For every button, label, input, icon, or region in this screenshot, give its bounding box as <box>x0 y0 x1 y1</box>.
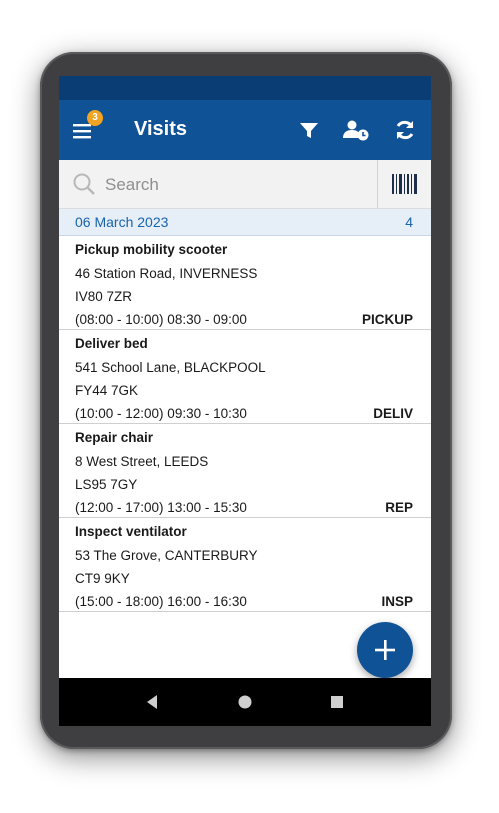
group-date: 06 March 2023 <box>75 214 169 230</box>
visit-address-line1: 8 West Street, LEEDS <box>75 454 209 469</box>
visit-title: Repair chair <box>75 430 154 445</box>
search-divider <box>377 160 378 208</box>
user-clock-icon <box>343 120 369 141</box>
home-icon <box>238 695 252 709</box>
back-button[interactable] <box>141 690 165 714</box>
barcode-scan-button[interactable] <box>389 172 421 196</box>
refresh-button[interactable] <box>391 116 419 144</box>
app-screen: 3 Visits Search 06 March 2023 4 Pickup m… <box>59 76 431 726</box>
visit-times: (12:00 - 17:00) 13:00 - 15:30 <box>75 500 247 515</box>
visit-type: PICKUP <box>361 312 413 327</box>
home-button[interactable] <box>233 690 257 714</box>
plus-icon <box>375 640 395 660</box>
page-title: Visits <box>134 118 187 140</box>
refresh-icon <box>396 120 414 140</box>
visit-address-line1: 541 School Lane, BLACKPOOL <box>75 360 266 375</box>
search-bar <box>59 160 431 209</box>
recents-button[interactable] <box>325 690 349 714</box>
visit-item[interactable]: Repair chair 8 West Street, LEEDS LS95 7… <box>59 424 431 518</box>
search-icon <box>73 173 95 195</box>
visit-address-line2: LS95 7GY <box>75 477 138 492</box>
visit-title: Deliver bed <box>75 336 148 351</box>
date-group-header: 06 March 2023 4 <box>59 209 431 236</box>
filter-button[interactable] <box>295 116 323 144</box>
visit-type: REP <box>385 500 413 515</box>
system-navigation-bar <box>59 678 431 726</box>
visit-title: Pickup mobility scooter <box>75 242 228 257</box>
visit-times: (15:00 - 18:00) 16:00 - 16:30 <box>75 594 247 609</box>
visit-address-line2: CT9 9KY <box>75 571 130 586</box>
recents-icon <box>331 696 343 708</box>
visit-type: DELIV <box>373 406 413 421</box>
barcode-icon <box>392 174 417 194</box>
assigned-user-button[interactable] <box>341 116 369 144</box>
group-count: 4 <box>405 214 413 230</box>
visit-times: (10:00 - 12:00) 09:30 - 10:30 <box>75 406 247 421</box>
visit-item[interactable]: Deliver bed 541 School Lane, BLACKPOOL F… <box>59 330 431 424</box>
status-bar <box>59 76 431 100</box>
app-bar: 3 Visits <box>59 100 431 160</box>
back-icon <box>147 695 157 709</box>
add-visit-button[interactable] <box>357 622 413 678</box>
visit-item[interactable]: Inspect ventilator 53 The Grove, CANTERB… <box>59 518 431 612</box>
visit-address-line2: IV80 7ZR <box>75 289 133 304</box>
visit-title: Inspect ventilator <box>75 524 187 539</box>
menu-button[interactable]: 3 <box>71 110 105 144</box>
visit-address-line2: FY44 7GK <box>75 383 139 398</box>
visit-address-line1: 53 The Grove, CANTERBURY <box>75 548 258 563</box>
filter-icon <box>300 123 318 138</box>
visit-item[interactable]: Pickup mobility scooter 46 Station Road,… <box>59 236 431 330</box>
notification-badge: 3 <box>87 110 103 126</box>
search-input[interactable] <box>103 168 377 202</box>
visit-address-line1: 46 Station Road, INVERNESS <box>75 266 258 281</box>
visit-times: (08:00 - 10:00) 08:30 - 09:00 <box>75 312 247 327</box>
visit-type: INSP <box>381 594 413 609</box>
